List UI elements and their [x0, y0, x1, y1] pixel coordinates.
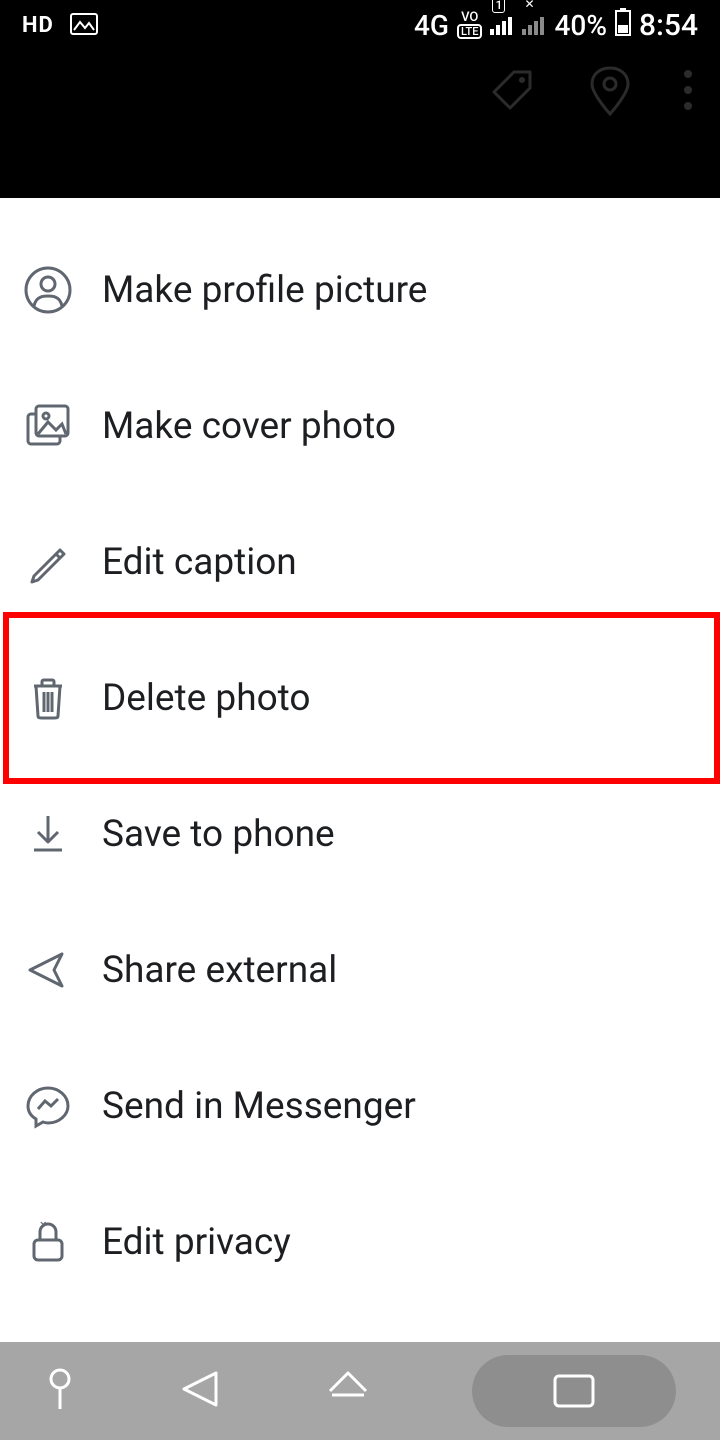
menu-item-edit-caption[interactable]: Edit caption [0, 494, 720, 630]
person-icon [24, 266, 72, 314]
menu-item-label: Delete photo [102, 677, 311, 720]
menu-item-label: Edit privacy [102, 1221, 291, 1264]
menu-item-label: Send in Messenger [102, 1085, 416, 1128]
nav-back-button[interactable] [176, 1367, 224, 1415]
menu-item-edit-privacy[interactable]: Edit privacy [0, 1174, 720, 1310]
messenger-icon [24, 1082, 72, 1130]
menu-item-make-profile-picture[interactable]: Make profile picture [0, 222, 720, 358]
menu-item-label: Save to phone [102, 813, 335, 856]
menu-item-label: Edit caption [102, 541, 297, 584]
menu-item-save-to-phone[interactable]: Save to phone [0, 766, 720, 902]
menu-item-label: Share external [102, 949, 337, 992]
lock-icon [24, 1218, 72, 1266]
photo-top-actions [488, 64, 692, 116]
battery-icon [615, 8, 631, 43]
clock: 8:54 [639, 8, 698, 43]
more-icon[interactable] [684, 64, 692, 116]
network-type: 4G [414, 9, 449, 42]
tag-icon[interactable] [488, 66, 536, 114]
sim2-signal-icon: ✕ [522, 9, 546, 42]
photos-icon [24, 402, 72, 450]
trash-icon [24, 674, 72, 722]
menu-item-label: Make profile picture [102, 269, 427, 312]
nav-assistant-button[interactable] [44, 1367, 76, 1415]
sim1-signal-icon: 1 [490, 9, 514, 42]
menu-item-send-in-messenger[interactable]: Send in Messenger [0, 1038, 720, 1174]
status-left: HD [22, 9, 98, 42]
menu-item-label: Make cover photo [102, 405, 396, 448]
status-right: 4G VO LTE 1 ✕ [414, 8, 698, 43]
nav-home-button[interactable] [324, 1367, 372, 1415]
location-icon[interactable] [588, 64, 632, 116]
menu-item-make-cover-photo[interactable]: Make cover photo [0, 358, 720, 494]
menu-item-share-external[interactable]: Share external [0, 902, 720, 1038]
volte-icon: VO LTE [457, 11, 483, 39]
status-bar: HD 4G VO LTE 1 [0, 0, 720, 44]
app-top-region: HD 4G VO LTE 1 [0, 0, 720, 198]
download-icon [24, 810, 72, 858]
system-nav-bar [0, 1342, 720, 1440]
menu-item-delete-photo[interactable]: Delete photo [0, 630, 720, 766]
nav-recent-button[interactable] [472, 1355, 676, 1427]
hd-indicator: HD [22, 13, 54, 38]
share-icon [24, 946, 72, 994]
photo-options-menu: Make profile picture Make cover photo Ed… [0, 198, 720, 1446]
pencil-icon [24, 538, 72, 586]
image-icon [70, 9, 98, 42]
battery-percent: 40% [554, 9, 606, 42]
